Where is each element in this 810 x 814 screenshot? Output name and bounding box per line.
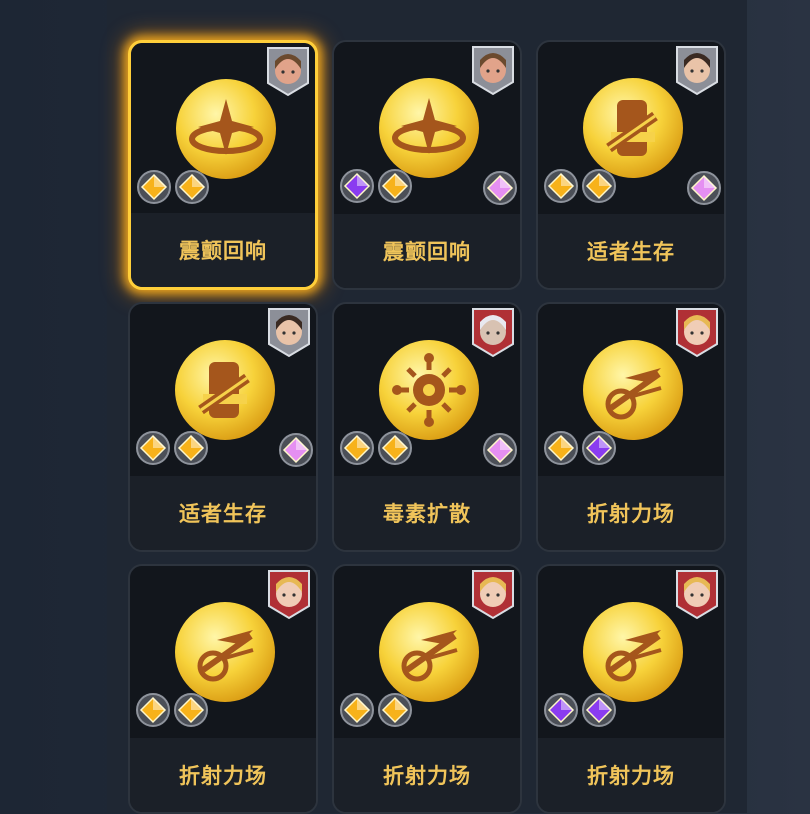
purple-gem-icon <box>543 692 579 728</box>
refract-field-icon <box>173 600 277 704</box>
sword-fist-icon <box>581 76 685 180</box>
card-art-area <box>538 566 724 738</box>
card-art-area <box>131 43 315 215</box>
card-name-bar: 震颤回响 <box>131 213 315 287</box>
card-name-bar: 折射力场 <box>130 738 316 812</box>
card-name-bar: 折射力场 <box>334 738 520 812</box>
sword-fist-icon <box>173 338 277 442</box>
blonde-heroine-portrait <box>470 568 516 620</box>
pink-gem-icon <box>278 432 313 467</box>
card-name-bar: 折射力场 <box>538 738 724 812</box>
ability-card[interactable]: 折射力场 <box>536 302 726 552</box>
card-name-bar: 适者生存 <box>130 476 316 550</box>
card-art-area <box>130 566 316 738</box>
gem-slots <box>136 169 210 205</box>
gem-slots <box>543 692 617 728</box>
gold-gem-icon <box>377 692 413 728</box>
gold-gem-icon <box>136 169 172 205</box>
ability-card[interactable]: 折射力场 <box>128 564 318 814</box>
card-art-area <box>538 304 724 476</box>
gold-gem-icon <box>377 168 413 204</box>
gold-gem-icon <box>581 168 617 204</box>
ability-card[interactable]: 折射力场 <box>536 564 726 814</box>
card-name-bar: 震颤回响 <box>334 214 520 288</box>
card-name: 震颤回响 <box>179 239 267 263</box>
gold-gem-icon <box>173 430 209 466</box>
swirl-icon <box>174 77 278 181</box>
card-name: 折射力场 <box>179 764 267 788</box>
ability-card[interactable]: 适者生存 <box>128 302 318 552</box>
gem-slots <box>543 430 617 466</box>
card-name: 毒素扩散 <box>383 502 471 526</box>
card-art-area <box>538 42 724 214</box>
blonde-heroine-portrait <box>674 568 720 620</box>
card-name-bar: 折射力场 <box>538 476 724 550</box>
card-name: 震颤回响 <box>383 240 471 264</box>
refract-field-icon <box>581 338 685 442</box>
gold-gem-icon <box>543 430 579 466</box>
refract-field-icon <box>377 600 481 704</box>
ability-card[interactable]: 震颤回响 <box>128 40 318 290</box>
card-art-area <box>130 304 316 476</box>
gold-gem-icon <box>543 168 579 204</box>
card-art-area <box>334 304 520 476</box>
purple-gem-icon <box>581 692 617 728</box>
card-name-bar: 毒素扩散 <box>334 476 520 550</box>
gold-gem-icon <box>135 430 171 466</box>
ability-card[interactable]: 折射力场 <box>332 564 522 814</box>
pink-gem-icon <box>686 170 721 205</box>
card-grid-panel: 震颤回响 震颤回响 适者生存 适者生存 毒素扩散 折射力场 折射力场 折射力场 … <box>107 0 747 814</box>
gold-gem-icon <box>174 169 210 205</box>
gold-gem-icon <box>339 430 375 466</box>
gem-slots <box>135 692 209 728</box>
pink-gem-icon <box>482 432 517 467</box>
card-name: 折射力场 <box>587 502 675 526</box>
ability-card[interactable]: 毒素扩散 <box>332 302 522 552</box>
virus-icon <box>377 338 481 442</box>
card-name: 适者生存 <box>179 502 267 526</box>
card-name-bar: 适者生存 <box>538 214 724 288</box>
refract-field-icon <box>581 600 685 704</box>
gem-slots <box>339 692 413 728</box>
gem-slots <box>339 430 413 466</box>
ability-card[interactable]: 适者生存 <box>536 40 726 290</box>
swirl-icon <box>377 76 481 180</box>
card-name: 适者生存 <box>587 240 675 264</box>
dark-hair-hero-portrait <box>674 44 720 96</box>
card-name: 折射力场 <box>383 764 471 788</box>
card-art-area <box>334 566 520 738</box>
old-mage-portrait <box>470 306 516 358</box>
gold-gem-icon <box>173 692 209 728</box>
ability-card[interactable]: 震颤回响 <box>332 40 522 290</box>
blonde-heroine-portrait <box>674 306 720 358</box>
dwarf-portrait <box>265 45 311 97</box>
gold-gem-icon <box>377 430 413 466</box>
blonde-heroine-portrait <box>266 568 312 620</box>
gold-gem-icon <box>135 692 171 728</box>
dwarf-portrait <box>470 44 516 96</box>
dark-hair-hero-portrait <box>266 306 312 358</box>
purple-gem-icon <box>339 168 375 204</box>
card-name: 折射力场 <box>587 764 675 788</box>
gem-slots <box>339 168 413 204</box>
card-art-area <box>334 42 520 214</box>
purple-gem-icon <box>581 430 617 466</box>
pink-gem-icon <box>482 170 517 205</box>
gold-gem-icon <box>339 692 375 728</box>
gem-slots <box>135 430 209 466</box>
gem-slots <box>543 168 617 204</box>
